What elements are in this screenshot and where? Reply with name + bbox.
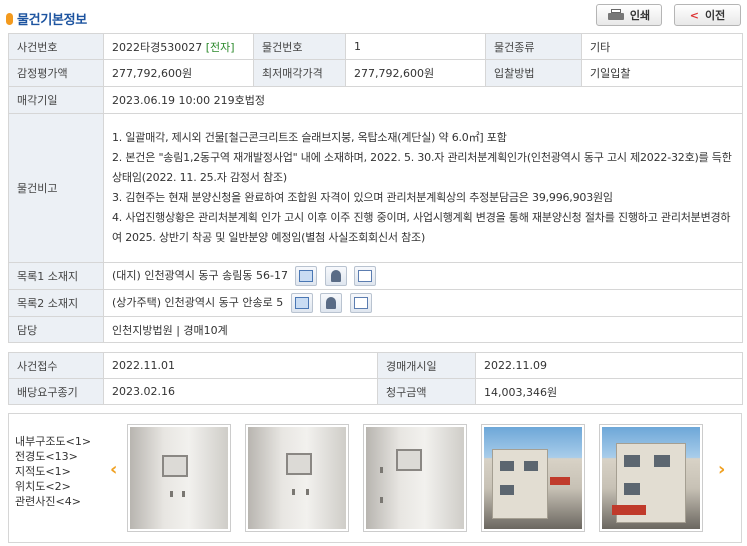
table-row: 담당 인천지방법원 | 경매10계	[8, 316, 743, 343]
table-row: 감정평가액 277,792,600원 최저매각가격 277,792,600원 입…	[8, 59, 743, 87]
min-price-value: 277,792,600원	[345, 59, 486, 87]
street-photo	[484, 427, 582, 529]
notes-cell: 1. 일괄매각, 제시외 건물[철근콘크리트조 슬래브지붕, 옥탑소재(계단실)…	[103, 113, 743, 263]
person-icon[interactable]	[320, 293, 343, 313]
received-value: 2022.11.01	[103, 352, 378, 379]
case-info-table: 사건접수 2022.11.01 경매개시일 2022.11.09 배당요구종기 …	[8, 352, 743, 405]
claim-value: 14,003,346원	[475, 378, 743, 405]
charge-label: 담당	[8, 316, 104, 343]
list1-address: (대지) 인천광역시 동구 송림동 56-17	[112, 269, 288, 282]
title-wrap: 물건기본정보	[6, 9, 87, 28]
table-row: 물건비고 1. 일괄매각, 제시외 건물[철근콘크리트조 슬래브지붕, 옥탑소재…	[8, 113, 743, 263]
table-row: 사건번호 2022타경530027 [전자] 물건번호 1 물건종류 기타	[8, 33, 743, 60]
deadline-value: 2023.02.16	[103, 378, 378, 405]
title-bullet-icon	[6, 12, 13, 25]
next-arrow-icon[interactable]: ›	[718, 459, 725, 480]
table-row: 목록2 소재지 (상가주택) 인천광역시 동구 안송로 5	[8, 289, 743, 317]
note-line: 1. 일괄매각, 제시외 건물[철근콘크리트조 슬래브지붕, 옥탑소재(계단실)…	[112, 131, 507, 144]
back-label: 이전	[704, 9, 726, 22]
photo-link-location[interactable]: 위치도<2>	[15, 479, 91, 494]
page-title: 물건기본정보	[17, 13, 87, 28]
list2-cell: (상가주택) 인천광역시 동구 안송로 5	[103, 289, 743, 317]
chevron-left-icon: <	[689, 8, 699, 22]
map-icon[interactable]	[290, 293, 313, 313]
door-photo	[248, 427, 346, 529]
photo-link-interior[interactable]: 내부구조도<1>	[15, 434, 91, 449]
person-icon[interactable]	[324, 266, 347, 286]
case-no-cell: 2022타경530027 [전자]	[103, 33, 254, 60]
sale-date-value: 2023.06.19 10:00 219호법정	[103, 86, 743, 114]
electronic-tag: [전자]	[205, 40, 235, 54]
note-line: 3. 김현주는 현재 분양신청을 완료하여 조합원 자격이 있으며 관리처분계획…	[112, 191, 613, 204]
photo-link-related[interactable]: 관련사진<4>	[15, 494, 91, 509]
photo-thumbnail[interactable]	[245, 424, 349, 532]
received-label: 사건접수	[8, 352, 104, 379]
street-photo	[602, 427, 700, 529]
real-estate-icon[interactable]	[349, 293, 372, 313]
item-no: 1	[345, 33, 486, 60]
deadline-label: 배당요구종기	[8, 378, 104, 405]
note-line: 2. 본건은 "송림1,2동구역 재개발정사업" 내에 소재하며, 2022. …	[112, 151, 732, 184]
map-icon[interactable]	[295, 266, 318, 286]
photo-thumbnail[interactable]	[599, 424, 703, 532]
header: 물건기본정보 인쇄 < 이전	[0, 0, 747, 34]
photo-thumbnail[interactable]	[363, 424, 467, 532]
table-row: 매각기일 2023.06.19 10:00 219호법정	[8, 86, 743, 114]
min-price-label: 최저매각가격	[253, 59, 346, 87]
case-no-label: 사건번호	[8, 33, 104, 60]
case-no: 2022타경530027	[112, 40, 203, 54]
start-value: 2022.11.09	[475, 352, 743, 379]
list2-address: (상가주택) 인천광역시 동구 안송로 5	[112, 296, 284, 309]
list1-cell: (대지) 인천광역시 동구 송림동 56-17	[103, 262, 743, 290]
bid-method-value: 기일입찰	[581, 59, 743, 87]
photo-gallery: 내부구조도<1> 전경도<13> 지적도<1> 위치도<2> 관련사진<4> ‹	[8, 413, 742, 543]
list1-label: 목록1 소재지	[8, 262, 104, 290]
printer-icon	[607, 9, 624, 21]
start-label: 경매개시일	[377, 352, 476, 379]
photo-link-exterior[interactable]: 전경도<13>	[15, 449, 91, 464]
table-row: 배당요구종기 2023.02.16 청구금액 14,003,346원	[8, 378, 743, 405]
appraisal-label: 감정평가액	[8, 59, 104, 87]
prev-arrow-icon[interactable]: ‹	[110, 459, 117, 480]
item-info-table: 사건번호 2022타경530027 [전자] 물건번호 1 물건종류 기타 감정…	[8, 33, 743, 343]
table-row: 목록1 소재지 (대지) 인천광역시 동구 송림동 56-17	[8, 262, 743, 290]
item-no-label: 물건번호	[253, 33, 346, 60]
bid-method-label: 입찰방법	[485, 59, 582, 87]
sale-date-label: 매각기일	[8, 86, 104, 114]
photo-thumbnail[interactable]	[127, 424, 231, 532]
photo-category-list: 내부구조도<1> 전경도<13> 지적도<1> 위치도<2> 관련사진<4>	[15, 434, 91, 509]
photo-link-cadastral[interactable]: 지적도<1>	[15, 464, 91, 479]
claim-label: 청구금액	[377, 378, 476, 405]
notes-label: 물건비고	[8, 113, 104, 263]
appraisal-value: 277,792,600원	[103, 59, 254, 87]
print-label: 인쇄	[629, 9, 651, 22]
list2-label: 목록2 소재지	[8, 289, 104, 317]
real-estate-icon[interactable]	[354, 266, 377, 286]
note-line: 4. 사업진행상황은 관리처분계획 인가 고시 이후 이주 진행 중이며, 사업…	[112, 211, 731, 244]
print-button[interactable]: 인쇄	[596, 4, 662, 26]
door-photo	[130, 427, 228, 529]
table-row: 사건접수 2022.11.01 경매개시일 2022.11.09	[8, 352, 743, 379]
item-type: 기타	[581, 33, 743, 60]
charge-value: 인천지방법원 | 경매10계	[103, 316, 743, 343]
back-button[interactable]: < 이전	[674, 4, 741, 26]
photo-thumbnail[interactable]	[481, 424, 585, 532]
item-type-label: 물건종류	[485, 33, 582, 60]
door-photo	[366, 427, 464, 529]
